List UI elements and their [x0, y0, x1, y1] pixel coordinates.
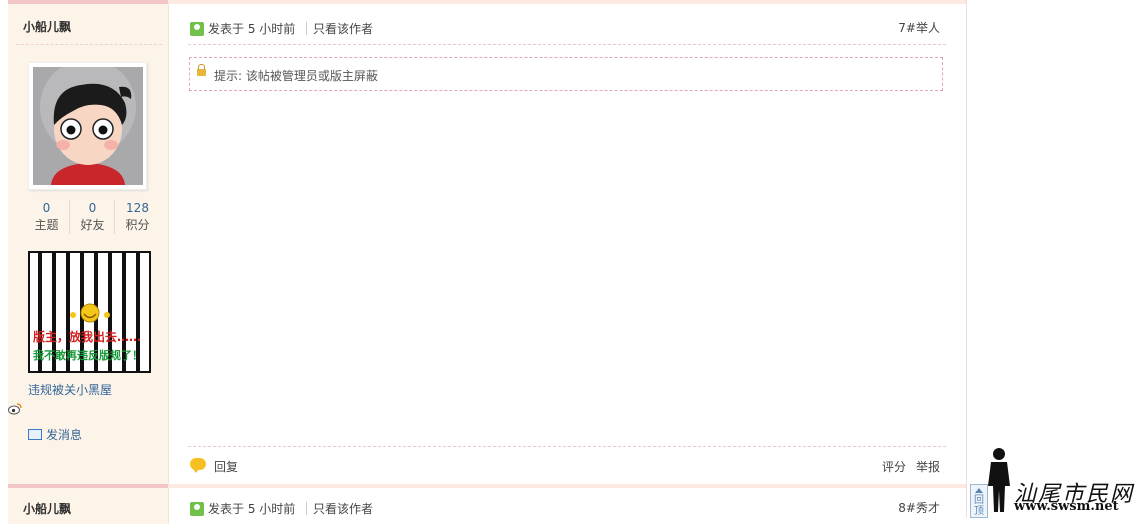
site-logo[interactable]: 汕尾市民网 www.swsm.net	[984, 446, 1142, 516]
author-stats: 0 主题 0 好友 128 积分	[24, 200, 160, 236]
medal-line-1: 版主，放我出去……	[33, 329, 141, 344]
avatar[interactable]	[28, 62, 147, 190]
stat-friends-label: 好友	[80, 218, 105, 232]
post-8: 小船儿飘 发表于 5 小时前 只看该作者 8#秀才	[8, 484, 966, 524]
divider	[306, 502, 307, 515]
mail-icon	[28, 429, 42, 440]
blocked-notice-text: 提示: 该帖被管理员或版主屏蔽	[214, 69, 378, 83]
site-logo-url: www.swsm.net	[1014, 499, 1119, 514]
author-sidebar: 小船儿飘	[8, 488, 169, 524]
post-time: 发表于 5 小时前	[208, 22, 296, 36]
lock-icon	[197, 64, 206, 76]
rate-button[interactable]: 评分	[882, 458, 906, 475]
post-7: 小船儿飘 0 主题 0 好友 128 积分 版主，放我出去…… 我不敢再违反版规…	[8, 0, 966, 484]
stat-friends[interactable]: 0 好友	[69, 200, 115, 234]
stat-topics-label: 主题	[34, 218, 59, 232]
post-header: 发表于 5 小时前 只看该作者 7#举人	[188, 4, 946, 45]
only-author-link[interactable]: 只看该作者	[313, 500, 373, 517]
silhouette-icon	[988, 448, 1010, 512]
stat-points-value: 128	[126, 201, 149, 215]
send-message-link[interactable]: 发消息	[28, 426, 82, 443]
stat-topics-value: 0	[42, 201, 51, 215]
jail-medal-image: 版主，放我出去…… 我不敢再违反版规了！	[28, 251, 151, 373]
blocked-notice: 提示: 该帖被管理员或版主屏蔽	[189, 57, 943, 91]
reply-button[interactable]: 回复	[214, 458, 238, 475]
only-author-link[interactable]: 只看该作者	[313, 20, 373, 37]
author-username[interactable]: 小船儿飘	[23, 500, 71, 517]
post-content: 发表于 5 小时前 只看该作者 8#秀才	[188, 488, 946, 524]
post-footer: 回复 评分 举报	[188, 446, 946, 485]
stat-topics[interactable]: 0 主题	[24, 200, 69, 234]
floor-number[interactable]: 8#秀才	[898, 499, 940, 516]
floor-number[interactable]: 7#举人	[898, 19, 940, 36]
author-sidebar: 小船儿飘 0 主题 0 好友 128 积分 版主，放我出去…… 我不敢再违反版规…	[8, 4, 169, 484]
post-time: 发表于 5 小时前	[208, 502, 296, 516]
author-username[interactable]: 小船儿飘	[23, 18, 71, 35]
medal-line-2: 我不敢再违反版规了！	[33, 348, 143, 362]
divider	[306, 22, 307, 35]
stat-points-label: 积分	[125, 218, 150, 232]
medal-caption[interactable]: 违规被关小黑屋	[28, 381, 112, 398]
reply-icon[interactable]	[190, 458, 206, 473]
send-message-label: 发消息	[46, 428, 83, 442]
stat-friends-value: 0	[88, 201, 97, 215]
arrow-up-icon	[975, 488, 983, 493]
stat-points[interactable]: 128 积分	[114, 200, 160, 234]
divider	[16, 44, 162, 45]
online-user-icon	[190, 22, 204, 36]
report-button[interactable]: 举报	[916, 458, 940, 475]
online-user-icon	[190, 502, 204, 516]
right-blank-area	[966, 0, 1147, 518]
weibo-icon[interactable]	[8, 402, 22, 416]
avatar-image	[33, 67, 143, 185]
post-content: 发表于 5 小时前 只看该作者 7#举人 提示: 该帖被管理员或版主屏蔽 回复 …	[188, 4, 946, 484]
